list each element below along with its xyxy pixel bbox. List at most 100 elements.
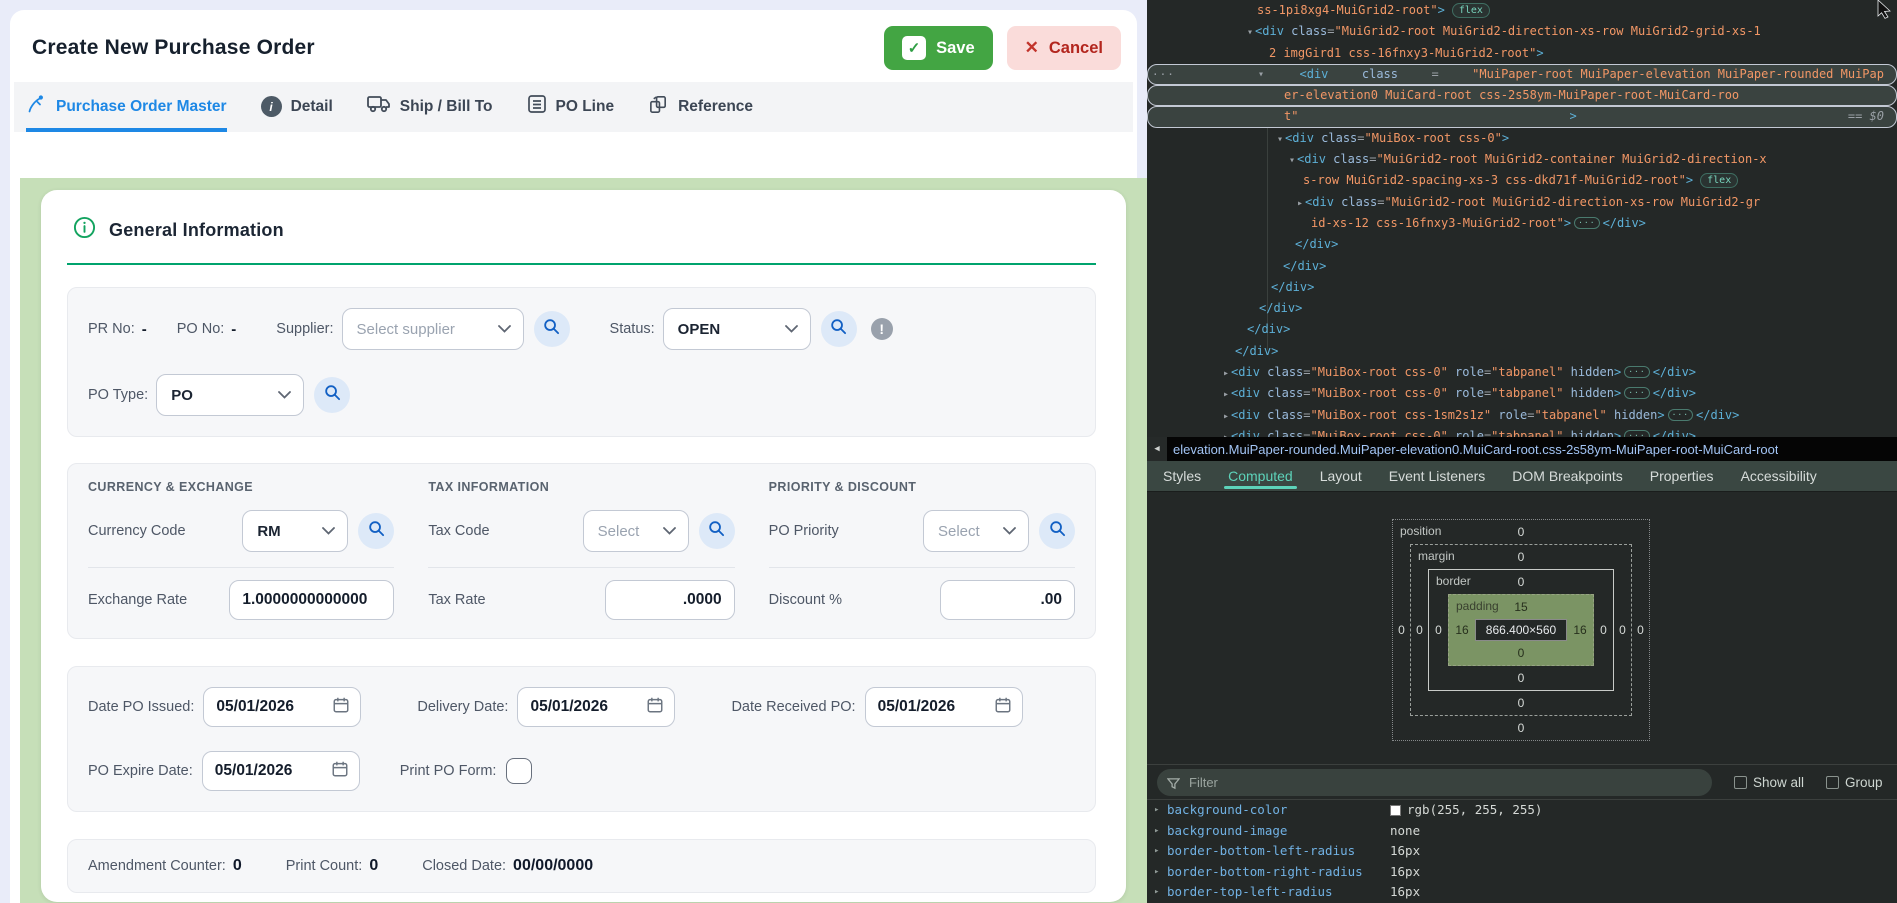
margin-left: 0	[1411, 569, 1428, 691]
group-checkbox[interactable]	[1826, 776, 1839, 789]
tab-purchase-order-master[interactable]: Purchase Order Master	[26, 82, 227, 132]
dom-tree-line[interactable]: ▸<div class="MuiBox-root css-0" role="ta…	[1147, 426, 1897, 437]
currency-code-select[interactable]: RM	[242, 510, 348, 552]
code-token[interactable]: ▸	[1297, 198, 1303, 209]
po-type-select[interactable]: PO	[156, 374, 304, 416]
collapsed-children-icon[interactable]: ···	[1624, 430, 1649, 437]
supplier-search-button[interactable]	[534, 311, 570, 347]
dom-tree-line[interactable]: </div>	[1147, 277, 1897, 298]
cancel-x-icon: ✕	[1025, 38, 1039, 58]
dom-tree-line[interactable]: </div>	[1147, 256, 1897, 277]
dom-tree-line[interactable]: s-row MuiGrid2-spacing-xs-3 css-dkd71f-M…	[1147, 170, 1897, 191]
show-all-checkbox[interactable]	[1734, 776, 1747, 789]
dom-tree-line[interactable]: ss-1pi8xg4-MuiGrid2-root">flex	[1147, 0, 1897, 21]
property-name: background-image	[1167, 821, 1287, 842]
tab-reference[interactable]: Reference	[648, 82, 753, 132]
dom-tree-line[interactable]: ▾<div class="MuiGrid2-root MuiGrid2-cont…	[1147, 149, 1897, 170]
dom-tree-line[interactable]: </div>	[1147, 341, 1897, 362]
tax-rate-input[interactable]: .0000	[605, 580, 735, 620]
computed-property-row[interactable]: ▸ border-bottom-right-radius 16px	[1147, 862, 1897, 883]
dom-tree-line[interactable]: id-xs-12 css-16fnxy3-MuiGrid2-root">···<…	[1147, 213, 1897, 234]
tab-po-line[interactable]: PO Line	[527, 82, 615, 132]
code-token[interactable]: ▾	[1247, 27, 1253, 38]
box-model-content[interactable]: 866.400×560	[1475, 619, 1567, 641]
tab-accessibility[interactable]: Accessibility	[1741, 461, 1817, 491]
collapsed-children-icon[interactable]: ···	[1574, 217, 1599, 229]
delivery-date-input[interactable]: 05/01/2026	[517, 687, 675, 727]
dom-tree-line[interactable]: ▸<div class="MuiBox-root css-1sm2s1z" ro…	[1147, 405, 1897, 426]
tax-code-select[interactable]: Select	[583, 510, 689, 552]
save-button[interactable]: ✓ Save	[884, 26, 993, 70]
code-token[interactable]: ▸	[1223, 411, 1229, 422]
flex-badge[interactable]: flex	[1452, 3, 1490, 18]
tab-layout[interactable]: Layout	[1320, 461, 1362, 491]
dom-tree-line[interactable]: ···▾<div class="MuiPaper-root MuiPaper-e…	[1147, 64, 1897, 85]
po-type-search-button[interactable]	[314, 377, 350, 413]
filter-input[interactable]	[1157, 769, 1712, 796]
box-model-padding[interactable]: padding15 16 866.400×560 16 0	[1448, 594, 1594, 666]
dom-tree-line[interactable]: </div>	[1147, 319, 1897, 340]
dom-tree-line[interactable]: ▾<div class="MuiGrid2-root MuiGrid2-dire…	[1147, 21, 1897, 42]
tax-code-search-button[interactable]	[699, 513, 735, 549]
section-title: General Information	[109, 220, 284, 241]
po-expire-date-input[interactable]: 05/01/2026	[202, 751, 360, 791]
dom-tree-line[interactable]: ▾<div class="MuiBox-root css-0">	[1147, 128, 1897, 149]
status-select[interactable]: OPEN	[663, 308, 811, 350]
code-token[interactable]: ▸	[1223, 389, 1229, 400]
box-model-margin[interactable]: margin0 0 border0 0 padding15	[1410, 544, 1632, 716]
supplier-select[interactable]: Select supplier	[342, 308, 524, 350]
collapsed-children-icon[interactable]: ···	[1624, 387, 1649, 399]
computed-property-row[interactable]: ▸ background-image none	[1147, 821, 1897, 842]
tab-label: Ship / Bill To	[400, 98, 493, 116]
currency-search-button[interactable]	[358, 513, 394, 549]
dom-tree-line[interactable]: </div>	[1147, 234, 1897, 255]
dom-tree-line[interactable]: er-elevation0 MuiCard-root css-2s58ym-Mu…	[1147, 85, 1897, 106]
tab-detail[interactable]: i Detail	[261, 82, 333, 132]
status-search-button[interactable]	[821, 311, 857, 347]
expand-arrow-icon[interactable]: ▸	[1154, 800, 1159, 821]
date-received-po-input[interactable]: 05/01/2026	[865, 687, 1023, 727]
cancel-button[interactable]: ✕ Cancel	[1007, 26, 1121, 70]
discount-input[interactable]: .00	[940, 580, 1075, 620]
code-token[interactable]: ▾	[1277, 134, 1283, 145]
tab-computed[interactable]: Computed	[1228, 461, 1293, 491]
computed-property-row[interactable]: ▸ background-color rgb(255, 255, 255)	[1147, 800, 1897, 821]
dom-tree-line[interactable]: ▸<div class="MuiGrid2-root MuiGrid2-dire…	[1147, 192, 1897, 213]
computed-property-row[interactable]: ▸ border-top-left-radius 16px	[1147, 882, 1897, 903]
tab-ship-bill-to[interactable]: Ship / Bill To	[367, 82, 493, 132]
dom-tree-line[interactable]: ▸<div class="MuiBox-root css-0" role="ta…	[1147, 362, 1897, 383]
code-token[interactable]: ▾	[1289, 155, 1295, 166]
chevron-down-icon	[322, 522, 335, 540]
tab-properties[interactable]: Properties	[1650, 461, 1714, 491]
collapsed-children-icon[interactable]: ···	[1668, 409, 1693, 421]
dom-tree-line[interactable]: ▸<div class="MuiBox-root css-0" role="ta…	[1147, 383, 1897, 404]
dom-tree-line[interactable]: </div>	[1147, 298, 1897, 319]
computed-property-row[interactable]: ▸ border-bottom-left-radius 16px	[1147, 841, 1897, 862]
tab-event-listeners[interactable]: Event Listeners	[1389, 461, 1486, 491]
code-token: </div>	[1247, 322, 1290, 336]
code-token[interactable]: ▸	[1223, 368, 1229, 379]
dom-tree-line[interactable]: 2 imgGird1 css-16fnxy3-MuiGrid2-root">	[1147, 43, 1897, 64]
expand-arrow-icon[interactable]: ▸	[1154, 841, 1159, 862]
expand-arrow-icon[interactable]: ▸	[1154, 862, 1159, 883]
more-actions-icon[interactable]: ···	[1152, 64, 1175, 85]
margin-right: 0	[1614, 569, 1631, 691]
dom-tree-line[interactable]: t"> == $0	[1147, 106, 1897, 127]
exchange-rate-input[interactable]: 1.0000000000000	[229, 580, 394, 620]
expand-arrow-icon[interactable]: ▸	[1154, 821, 1159, 842]
code-token[interactable]: ▾	[1258, 64, 1264, 85]
po-priority-search-button[interactable]	[1039, 513, 1075, 549]
tab-styles[interactable]: Styles	[1163, 461, 1201, 491]
tab-dom-breakpoints[interactable]: DOM Breakpoints	[1512, 461, 1622, 491]
box-model-border[interactable]: border0 0 padding15 16 866.400×560 16	[1428, 569, 1614, 691]
code-token: =	[1303, 408, 1310, 422]
po-priority-select[interactable]: Select	[923, 510, 1029, 552]
collapsed-children-icon[interactable]: ···	[1624, 366, 1649, 378]
breadcrumb-back-button[interactable]: ◀	[1147, 437, 1167, 461]
print-po-form-checkbox[interactable]	[506, 758, 532, 784]
date-po-issued-input[interactable]: 05/01/2026	[203, 687, 361, 727]
flex-badge[interactable]: flex	[1700, 173, 1738, 188]
box-model-position[interactable]: position0 0 margin0 0 border0 0	[1392, 519, 1650, 741]
calendar-icon	[646, 696, 664, 719]
expand-arrow-icon[interactable]: ▸	[1154, 882, 1159, 903]
